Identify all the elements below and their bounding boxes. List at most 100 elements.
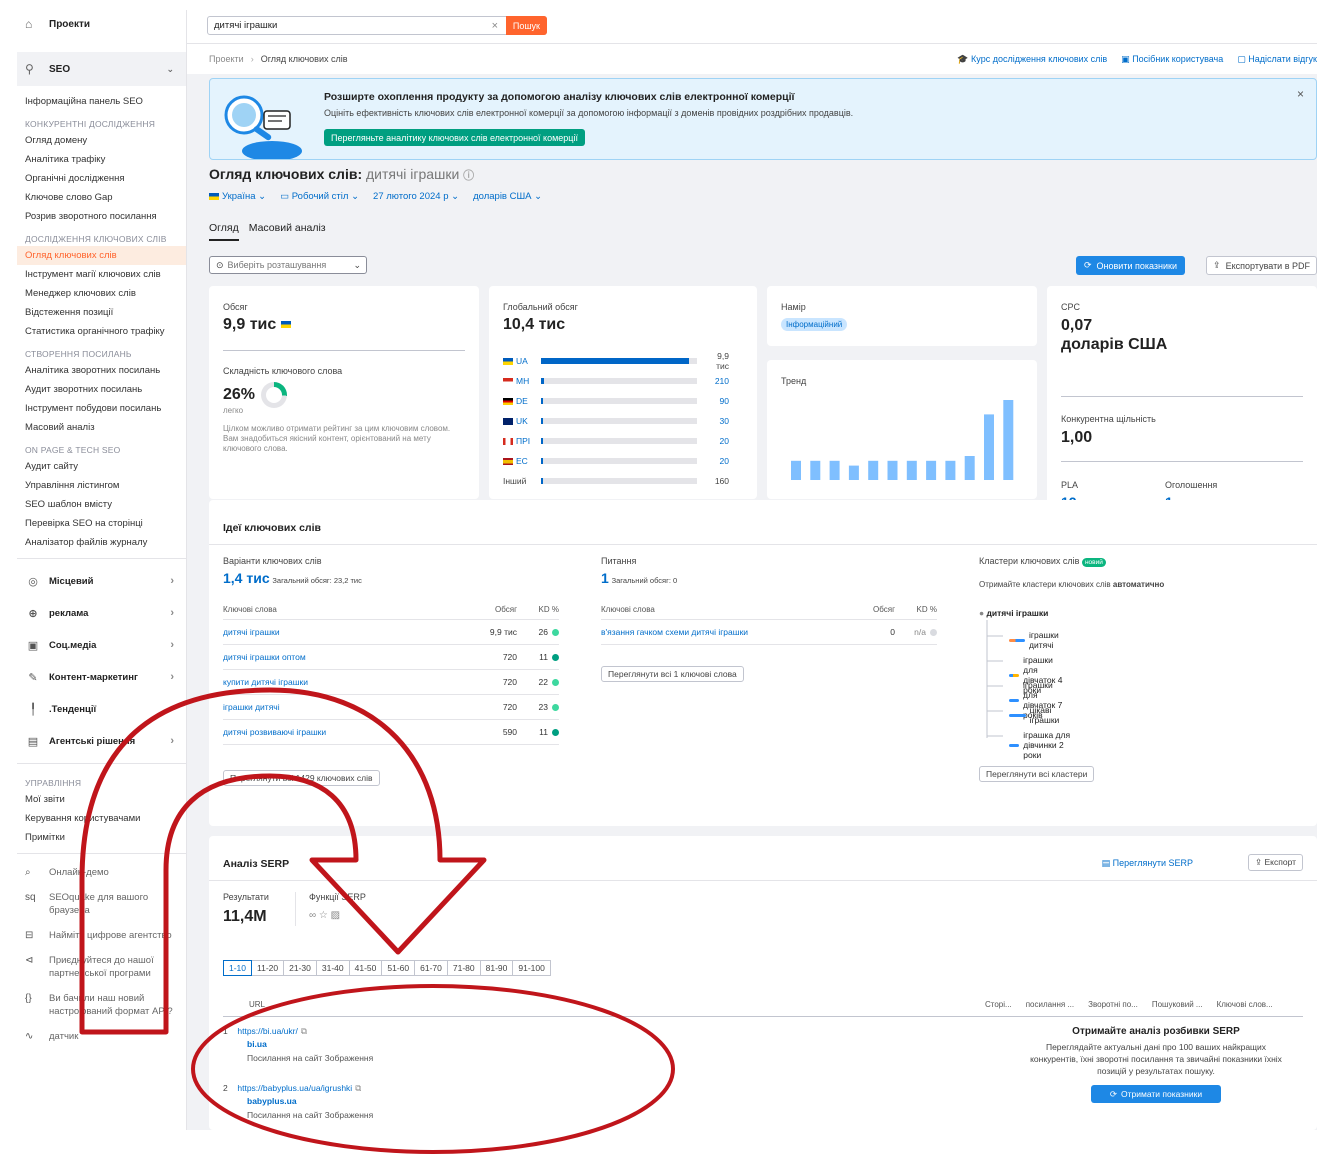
info-icon[interactable]: ⓘ (463, 170, 474, 182)
sidebar-item[interactable]: Мої звіти (17, 790, 186, 809)
country-select[interactable]: Україна ⌄ (209, 191, 266, 202)
sidebar-item[interactable]: Аналітика трафіку (17, 150, 186, 169)
date-select[interactable]: 27 лютого 2024 р ⌄ (373, 191, 459, 202)
sidebar-item[interactable]: Керування користувачами (17, 809, 186, 828)
sidebar-item-projects[interactable]: ⌂ Проекти (17, 10, 186, 38)
serp-export-button[interactable]: ⇪ Експорт (1248, 854, 1303, 871)
sidebar-footer-item[interactable]: ⌕ Онлайн-демо (17, 860, 186, 885)
page-range-button[interactable]: 1-10 (223, 960, 253, 976)
search-input[interactable] (208, 20, 488, 31)
export-pdf-button[interactable]: ⇪ Експортувати в PDF (1206, 256, 1317, 275)
sidebar-footer-item[interactable]: ⊟ Найміть цифрове агентство (17, 923, 186, 948)
keyword-link[interactable]: купити дитячі іграшки (223, 677, 461, 687)
page-range-button[interactable]: 91-100 (512, 960, 551, 976)
sidebar-item[interactable]: Аналізатор файлів журналу (17, 533, 186, 552)
get-metrics-button[interactable]: ⟳ Отримати показники (1091, 1085, 1221, 1103)
keyword-volume: 9,9 тис (489, 627, 517, 637)
sidebar-item[interactable]: Масовий аналіз (17, 418, 186, 437)
sidebar-item[interactable]: Органічні дослідження (17, 169, 186, 188)
breadcrumb-root[interactable]: Проекти (209, 54, 244, 64)
view-all-questions-button[interactable]: Переглянути всі 1 ключові слова (601, 666, 744, 682)
country-volume[interactable]: 30 (703, 416, 729, 426)
view-serp-link[interactable]: ▤ Переглянути SERP (1102, 858, 1193, 869)
kd-value: 26 (538, 627, 548, 637)
device-select[interactable]: ▭ Робочий стіл ⌄ (280, 191, 359, 202)
search-button[interactable]: Пошук (505, 16, 547, 35)
volume-bar (541, 418, 697, 424)
keyword-link[interactable]: дитячі розвиваючі іграшки (223, 727, 461, 737)
sidebar-footer-item[interactable]: ∿ датчик (17, 1024, 186, 1049)
sidebar-group-seo[interactable]: ⚲ SEO ⌄ (17, 52, 186, 86)
serp-column-header[interactable]: Пошуковий ... (1152, 1000, 1203, 1009)
update-metrics-button[interactable]: ⟳ Оновити показники (1076, 256, 1185, 275)
sidebar-footer-item[interactable]: {} Ви бачили наш новий настроюваний форма… (17, 986, 186, 1024)
manual-link[interactable]: ▣ Посібник користувача (1121, 54, 1223, 65)
keyword-link[interactable]: іграшки дитячі (223, 702, 461, 712)
sidebar-group[interactable]: ✎ Контент-маркетинг › (17, 661, 186, 693)
sidebar-item[interactable]: Перевірка SEO на сторінці (17, 514, 186, 533)
course-link[interactable]: 🎓 Курс дослідження ключових слів (957, 54, 1107, 65)
sidebar-group[interactable]: ▣ Соц.медіа › (17, 629, 186, 661)
clear-icon[interactable]: × (488, 20, 502, 32)
sidebar-item[interactable]: Аудит зворотних посилань (17, 380, 186, 399)
serp-column-header[interactable]: Зворотні по... (1088, 1000, 1138, 1009)
sidebar-item[interactable]: Розрив зворотного посилання (17, 207, 186, 226)
sidebar-item[interactable]: Аудит сайту (17, 457, 186, 476)
country-volume[interactable]: 90 (703, 396, 729, 406)
feedback-link[interactable]: ▢ Надіслати відгук (1237, 54, 1317, 65)
sidebar-group[interactable]: ▤ Агентські рішення › (17, 725, 186, 757)
close-icon[interactable]: × (1297, 87, 1304, 101)
cluster-item[interactable]: цікаві іграшки (1009, 705, 1067, 725)
serp-column-header[interactable]: Ключові слов... (1217, 1000, 1273, 1009)
sidebar-item[interactable]: Менеджер ключових слів (17, 284, 186, 303)
page-range-button[interactable]: 51-60 (381, 960, 416, 976)
sidebar-group[interactable]: ⊕ реклама › (17, 597, 186, 629)
keyword-link[interactable]: дитячі іграшки (223, 627, 461, 637)
page-range-button[interactable]: 41-50 (348, 960, 383, 976)
serp-column-header[interactable]: посилання ... (1026, 1000, 1074, 1009)
sidebar-group[interactable]: ╿ .Тенденції › (17, 693, 186, 725)
sidebar-footer-item[interactable]: sq SEOquake для вашого браузера (17, 885, 186, 923)
serp-domain[interactable]: babyplus.ua (247, 1096, 373, 1106)
sidebar-item[interactable]: Відстеження позиції (17, 303, 186, 322)
page-range-button[interactable]: 31-40 (315, 960, 350, 976)
serp-domain[interactable]: bi.ua (247, 1039, 373, 1049)
sidebar-item[interactable]: Статистика органічного трафіку (17, 322, 186, 341)
serp-url-link[interactable]: https://babyplus.ua/ua/igrushki (237, 1083, 352, 1093)
cluster-item[interactable]: іграшка для дівчинки 2 роки (1009, 730, 1070, 760)
page-range-button[interactable]: 71-80 (446, 960, 481, 976)
view-all-clusters-button[interactable]: Переглянути всі кластери (979, 766, 1095, 782)
banner-button[interactable]: Перегляньте аналітику ключових слів елек… (324, 129, 585, 146)
sidebar-footer-item[interactable]: ⊲ Приєднуйтеся до нашої партнерської прог… (17, 948, 186, 986)
keyword-link[interactable]: в'язання гачком схеми дитячі іграшки (601, 627, 839, 637)
sidebar-item[interactable]: Огляд ключових слів (17, 246, 186, 265)
tab-overview[interactable]: Огляд (209, 222, 239, 241)
external-link-icon[interactable]: ⧉ (301, 1026, 307, 1036)
sidebar-item[interactable]: Ключове слово Gap (17, 188, 186, 207)
country-volume[interactable]: 20 (703, 456, 729, 466)
country-volume[interactable]: 210 (703, 376, 729, 386)
page-range-button[interactable]: 81-90 (479, 960, 514, 976)
sidebar-item[interactable]: Аналітика зворотних посилань (17, 361, 186, 380)
tab-bulk-analysis[interactable]: Масовий аналіз (249, 222, 326, 241)
page-range-button[interactable]: 11-20 (251, 960, 285, 976)
keyword-link[interactable]: дитячі іграшки оптом (223, 652, 461, 662)
page-range-button[interactable]: 21-30 (283, 960, 317, 976)
serp-column-header[interactable]: Сторі... (985, 1000, 1012, 1009)
external-link-icon[interactable]: ⧉ (355, 1083, 361, 1093)
view-all-keywords-button[interactable]: Переглянути всі 1429 ключових слів (223, 770, 380, 786)
sidebar-item[interactable]: Примітки (17, 828, 186, 847)
country-volume[interactable]: 20 (703, 436, 729, 446)
sidebar-item[interactable]: Управління лістингом (17, 476, 186, 495)
sidebar-item-dashboard[interactable]: Інформаційна панель SEO (17, 92, 186, 111)
cluster-item[interactable]: іграшки дитячі (1009, 630, 1067, 650)
sidebar-item[interactable]: Інструмент магії ключових слів (17, 265, 186, 284)
sidebar-item[interactable]: Інструмент побудови посилань (17, 399, 186, 418)
sidebar-item[interactable]: SEO шаблон вмісту (17, 495, 186, 514)
sidebar-item[interactable]: Огляд домену (17, 131, 186, 150)
sidebar-group[interactable]: ◎ Місцевий › (17, 565, 186, 597)
currency-select[interactable]: доларів США ⌄ (473, 191, 542, 202)
location-select[interactable]: ⊙ Виберіть розташування ⌄ (209, 256, 367, 274)
serp-url-link[interactable]: https://bi.ua/ukr/ (237, 1026, 297, 1036)
page-range-button[interactable]: 61-70 (414, 960, 448, 976)
